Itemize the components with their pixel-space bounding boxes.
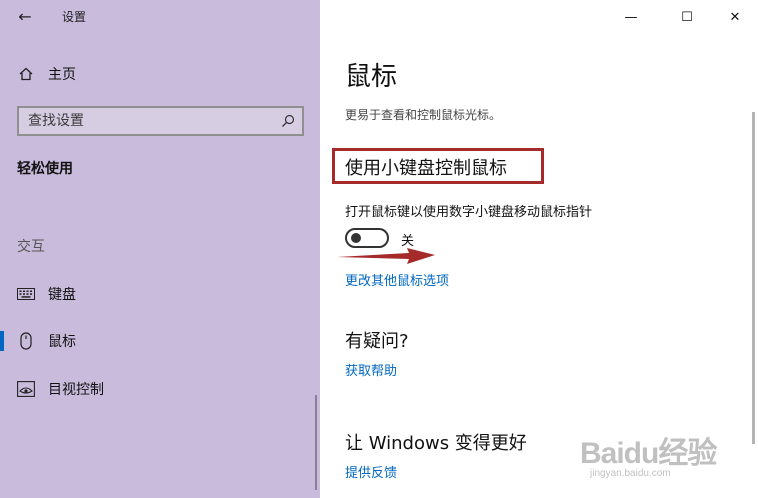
- maximize-button[interactable]: ☐: [664, 4, 710, 30]
- sidebar-item-keyboard[interactable]: 键盘: [0, 277, 320, 311]
- watermark-logo: Baidu经验: [580, 437, 717, 470]
- sidebar-scrollbar[interactable]: [315, 395, 317, 490]
- group-header: 交互: [17, 239, 45, 255]
- keyboard-icon: [17, 285, 35, 303]
- toggle-knob: [351, 233, 361, 243]
- sidebar-item-label: 键盘: [48, 287, 76, 303]
- main-content: — ☐ ✕ 鼠标 更易于查看和控制鼠标光标。 使用小键盘控制鼠标 打开鼠标键以使…: [320, 0, 758, 498]
- category-title: 轻松使用: [17, 161, 73, 177]
- more-mouse-options-link[interactable]: 更改其他鼠标选项: [345, 270, 449, 289]
- page-subtitle: 更易于查看和控制鼠标光标。: [345, 108, 502, 122]
- get-help-link[interactable]: 获取帮助: [345, 360, 397, 379]
- mouse-icon: [17, 332, 35, 350]
- give-feedback-link[interactable]: 提供反馈: [345, 462, 397, 481]
- setting-description: 打开鼠标键以使用数字小键盘移动鼠标指针: [345, 205, 593, 220]
- search-icon[interactable]: [280, 113, 296, 129]
- improve-windows-title: 让 Windows 变得更好: [345, 433, 527, 454]
- search-input[interactable]: [19, 108, 269, 134]
- sidebar-item-label: 鼠标: [48, 334, 76, 350]
- close-button[interactable]: ✕: [712, 4, 758, 30]
- sidebar-item-label: 主页: [48, 67, 76, 83]
- sidebar: ← 设置 主页 轻松使用 交互 键盘 鼠标 目视控制: [0, 0, 320, 498]
- watermark-url: jingyan.baidu.com: [590, 468, 671, 479]
- close-icon: ✕: [729, 9, 741, 25]
- sidebar-item-mouse[interactable]: 鼠标: [0, 324, 320, 358]
- minimize-button[interactable]: —: [608, 4, 654, 30]
- search-box[interactable]: [17, 106, 304, 136]
- annotation-arrow-icon: [337, 248, 435, 264]
- eye-control-icon: [17, 380, 35, 398]
- sidebar-item-label: 目视控制: [48, 382, 104, 398]
- arrow-left-icon: ←: [18, 7, 32, 26]
- sidebar-item-home[interactable]: 主页: [0, 57, 320, 91]
- sidebar-item-eye-control[interactable]: 目视控制: [0, 372, 320, 406]
- home-icon: [17, 65, 35, 83]
- main-scrollbar[interactable]: [752, 112, 755, 444]
- page-title: 鼠标: [345, 62, 398, 92]
- question-title: 有疑问?: [345, 331, 409, 352]
- watermark: Baidu经验 jingyan.baidu.com: [578, 428, 723, 488]
- app-title: 设置: [62, 10, 87, 24]
- section-title: 使用小键盘控制鼠标: [345, 158, 507, 179]
- back-button[interactable]: ←: [14, 6, 36, 28]
- minimize-icon: —: [624, 9, 638, 25]
- maximize-icon: ☐: [681, 9, 693, 25]
